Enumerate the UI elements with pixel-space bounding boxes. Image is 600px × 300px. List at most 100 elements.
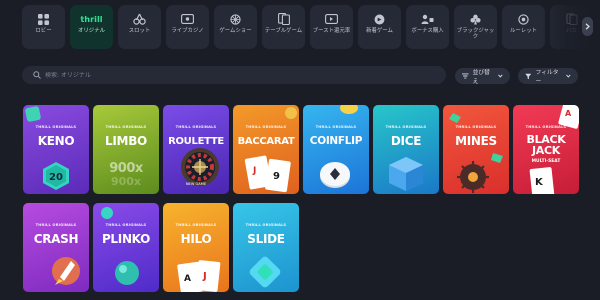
search-bar[interactable] xyxy=(22,66,446,84)
roulette-icon xyxy=(517,13,531,25)
boost-icon xyxy=(325,13,339,25)
brand-line: THRILL ORIGINALS xyxy=(35,125,77,129)
category-roulette[interactable]: ルーレット xyxy=(502,5,545,49)
chevron-right-icon xyxy=(585,23,590,30)
category-scroll-right-button[interactable] xyxy=(582,17,593,36)
keno-ball-icon: 20 xyxy=(25,106,69,190)
cards-icon xyxy=(277,13,291,25)
category-label: スロット xyxy=(128,28,151,34)
brand-line: THRILL ORIGINALS xyxy=(245,223,287,227)
game-card-crash[interactable]: THRILL ORIGINALS CRASH xyxy=(23,203,89,292)
coin-icon xyxy=(320,105,358,188)
category-label: ブースト還元率 xyxy=(312,28,351,34)
filter-label: フィルター xyxy=(535,70,559,85)
brand-line: THRILL ORIGINALS xyxy=(385,125,427,129)
category-label: 新着ゲーム xyxy=(366,28,393,34)
svg-text:J: J xyxy=(202,271,207,282)
grid-icon xyxy=(37,13,51,25)
game-card-limbo[interactable]: THRILL ORIGINALS LIMBO 900x 900x xyxy=(93,105,159,194)
brand-line: THRILL ORIGINALS xyxy=(35,223,77,227)
svg-text:K: K xyxy=(535,177,544,188)
rocket-icon xyxy=(52,257,80,285)
game-card-mines[interactable]: THRILL ORIGINALS MINES xyxy=(443,105,509,194)
category-label: ゲームショー xyxy=(219,28,252,34)
game-card-blackjack[interactable]: A K THRILL ORIGINALS BLACK JACK MULTI-SE… xyxy=(513,105,579,194)
game-title: BACCARAT xyxy=(237,136,295,147)
game-title: CRASH xyxy=(33,232,79,246)
game-title: MINES xyxy=(455,134,497,148)
category-table-games[interactable]: テーブルゲーム xyxy=(262,5,305,49)
brand-line: THRILL ORIGINALS xyxy=(175,125,217,129)
club-icon xyxy=(469,13,483,25)
game-title: HILO xyxy=(180,232,212,246)
new-icon xyxy=(373,13,387,25)
category-blackjack[interactable]: ブラックジャック xyxy=(454,5,497,49)
game-card-slide[interactable]: THRILL ORIGINALS SLIDE xyxy=(233,203,299,292)
search-input[interactable] xyxy=(45,71,425,79)
game-subtitle: MULTI-SEAT xyxy=(531,159,561,164)
chevron-down-icon xyxy=(566,74,571,78)
sort-icon xyxy=(462,73,469,79)
category-bonus-buy[interactable]: ボーナス購入 xyxy=(406,5,449,49)
plinko-ball-icon xyxy=(101,207,139,285)
mine-icon xyxy=(449,113,503,193)
game-card-dice[interactable]: THRILL ORIGINALS DICE xyxy=(373,105,439,194)
dice-icon xyxy=(389,157,423,191)
game-card-roulette[interactable]: THRILL ORIGINALS ROULETTE NEW GAME xyxy=(163,105,229,194)
thrill-logo: thrill xyxy=(80,14,103,24)
game-card-keno[interactable]: 20 THRILL ORIGINALS KENO xyxy=(23,105,89,194)
game-title: SLIDE xyxy=(247,232,285,246)
category-label: テーブルゲーム xyxy=(264,28,303,34)
playing-cards-icon: A J xyxy=(177,260,221,292)
multiplier-graphic-echo: 900x xyxy=(110,175,142,188)
category-slots[interactable]: スロット xyxy=(118,5,161,49)
cherries-icon xyxy=(133,13,147,25)
game-title: COINFLIP xyxy=(309,135,363,147)
roulette-wheel-icon xyxy=(181,148,219,186)
search-icon xyxy=(33,71,41,79)
category-label: オリジナル xyxy=(78,28,105,34)
category-live-casino[interactable]: ライブカジノ xyxy=(166,5,209,49)
brand-line: THRILL ORIGINALS xyxy=(105,223,147,227)
category-lobby[interactable]: ロビー xyxy=(22,5,65,49)
svg-text:A: A xyxy=(184,274,191,284)
game-title: DICE xyxy=(390,134,422,148)
category-game-shows[interactable]: ゲームショー xyxy=(214,5,257,49)
brand-line: THRILL ORIGINALS xyxy=(525,125,567,129)
playing-cards-icon: J 9 xyxy=(244,107,297,193)
filter-button[interactable]: フィルター xyxy=(518,68,578,85)
brand-line: THRILL ORIGINALS xyxy=(175,223,217,227)
category-label: ボーナス購入 xyxy=(411,28,444,34)
game-card-baccarat[interactable]: J 9 THRILL ORIGINALS BACCARAT xyxy=(233,105,299,194)
category-originals[interactable]: thrill オリジナル xyxy=(70,5,113,49)
svg-text:J: J xyxy=(252,166,256,176)
category-new-games[interactable]: 新着ゲーム xyxy=(358,5,401,49)
category-label: ブラックジャック xyxy=(456,28,495,40)
category-nav: ロビー thrill オリジナル スロット ライブカジノ ゲームショー テーブル… xyxy=(22,5,600,51)
svg-text:9: 9 xyxy=(273,171,280,182)
game-card-hilo[interactable]: A J THRILL ORIGINALS HILO xyxy=(163,203,229,292)
filter-icon xyxy=(525,73,532,79)
chevron-down-icon xyxy=(498,74,503,78)
brand-line: THRILL ORIGINALS xyxy=(315,125,357,129)
game-title: LIMBO xyxy=(105,134,147,148)
live-icon xyxy=(181,13,195,25)
category-label: ライブカジノ xyxy=(171,28,204,34)
svg-text:A: A xyxy=(565,109,572,118)
game-title: BLACK JACK xyxy=(526,133,566,157)
game-title: ROULETTE xyxy=(168,136,224,147)
wheel-icon xyxy=(229,13,243,25)
new-game-badge: NEW GAME xyxy=(185,182,207,186)
sort-button[interactable]: 並び替え xyxy=(455,68,510,85)
game-title: KENO xyxy=(37,134,75,148)
brand-line: THRILL ORIGINALS xyxy=(455,125,497,129)
game-card-plinko[interactable]: THRILL ORIGINALS PLINKO xyxy=(93,203,159,292)
category-boost[interactable]: ブースト還元率 xyxy=(310,5,353,49)
game-card-coinflip[interactable]: THRILL ORIGINALS COINFLIP xyxy=(303,105,369,194)
svg-text:20: 20 xyxy=(49,172,63,183)
multiplier-graphic: 900x xyxy=(109,161,143,176)
bonus-icon xyxy=(421,13,435,25)
category-label: ロビー xyxy=(35,28,52,34)
category-label: ルーレット xyxy=(510,28,537,34)
slide-tile-icon xyxy=(249,256,281,288)
